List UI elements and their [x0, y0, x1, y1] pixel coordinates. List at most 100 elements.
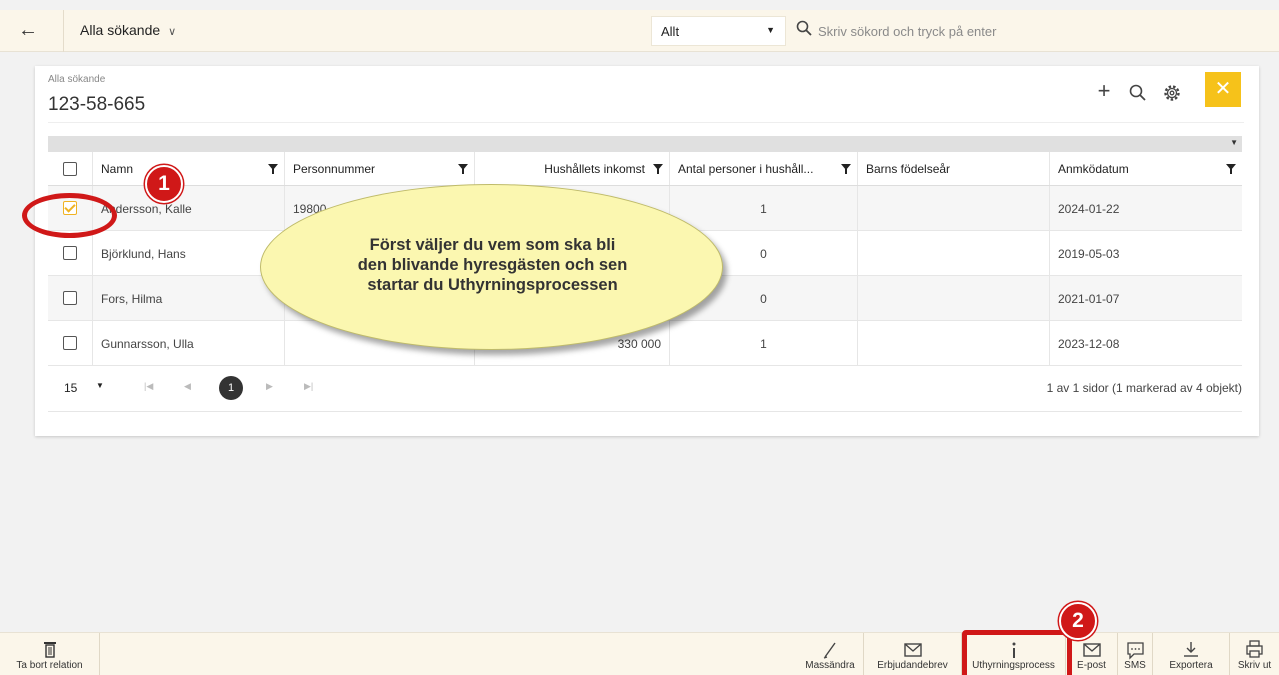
page-title: 123-58-665	[48, 94, 146, 115]
row-checkbox[interactable]	[63, 291, 77, 305]
scope-select-value: Allt	[661, 24, 680, 39]
column-header-income[interactable]: Hushållets inkomst	[475, 152, 670, 185]
cell-name: Andersson, Kalle	[93, 186, 285, 230]
print-button[interactable]: Skriv ut	[1230, 633, 1279, 675]
divider	[48, 122, 1244, 123]
cell-registration-date: 2023-12-08	[1050, 321, 1242, 365]
cell-household-size: 1	[670, 321, 858, 365]
cell-child-birth-years	[858, 231, 1050, 275]
step-marker-2: 2	[1059, 602, 1097, 640]
page-size-select[interactable]: 15 ▼	[50, 378, 110, 400]
action-label: E-post	[1077, 660, 1106, 671]
filter-icon[interactable]	[841, 164, 851, 174]
cell-name: Björklund, Hans	[93, 231, 285, 275]
scope-select[interactable]: Allt ▼	[651, 16, 786, 46]
breadcrumb: Alla sökande	[48, 74, 106, 85]
settings-button[interactable]	[1159, 80, 1185, 106]
search-icon	[1129, 84, 1146, 101]
column-header-registration-date[interactable]: Anmködatum	[1050, 152, 1242, 185]
filter-icon[interactable]	[653, 164, 663, 174]
cell-text: 2021-01-07	[1058, 292, 1120, 306]
column-label: Barns födelseår	[866, 162, 951, 176]
chevron-down-icon: ∨	[168, 26, 177, 38]
header-select-cell	[48, 152, 93, 185]
cell-name: Fors, Hilma	[93, 276, 285, 320]
pencil-icon	[823, 642, 836, 659]
bulk-edit-button[interactable]: Massändra	[797, 633, 864, 675]
cell-text: 2019-05-03	[1058, 247, 1120, 261]
caret-down-icon: ▼	[96, 381, 104, 390]
back-arrow-icon[interactable]: ←	[18, 18, 48, 44]
search-input[interactable]: Skriv sökord och tryck på enter	[792, 16, 1042, 46]
cell-text: Björklund, Hans	[101, 247, 186, 261]
envelope-icon	[1083, 643, 1101, 657]
row-checkbox[interactable]	[63, 336, 77, 350]
page-number-button[interactable]: 1	[219, 376, 243, 400]
cell-text: 2024-01-22	[1058, 202, 1120, 216]
column-header-personnummer[interactable]: Personnummer	[285, 152, 475, 185]
offer-letter-button[interactable]: Erbjudandebrev	[864, 633, 962, 675]
callout-text: Först väljer du vem som ska bli den bliv…	[357, 236, 628, 294]
action-label: Exportera	[1169, 660, 1213, 671]
filter-icon[interactable]	[458, 164, 468, 174]
highlight-box	[962, 630, 1072, 675]
cell-text: Gunnarsson, Ulla	[101, 337, 194, 351]
caret-down-icon: ▼	[1230, 138, 1238, 147]
search-placeholder: Skriv sökord och tryck på enter	[818, 24, 997, 39]
view-selector-label: Alla sökande	[80, 22, 161, 38]
view-selector[interactable]: Alla sökande ∨	[80, 22, 176, 38]
row-select-cell	[48, 276, 93, 320]
cell-text: 330 000	[617, 337, 661, 351]
close-button[interactable]: ✕	[1205, 72, 1241, 107]
divider	[63, 10, 64, 52]
group-panel[interactable]: ▼	[48, 136, 1242, 152]
bottom-action-bar: Ta bort relation Massändra Erbjudandebre…	[0, 632, 1279, 675]
cell-text: 2023-12-08	[1058, 337, 1120, 351]
column-header-household-size[interactable]: Antal personer i hushåll...	[670, 152, 858, 185]
column-label: Namn	[101, 162, 134, 176]
top-bar: ← Alla sökande ∨ Allt ▼ Skriv sökord och …	[0, 10, 1279, 52]
sms-button[interactable]: SMS	[1118, 633, 1153, 675]
printer-icon	[1246, 640, 1263, 658]
grid-header-row: Namn Personnummer Hushållets inkomst Ant…	[48, 152, 1242, 186]
envelope-icon	[904, 643, 922, 657]
page-size-value: 15	[64, 381, 78, 395]
next-page-icon[interactable]: ▶	[266, 381, 273, 392]
cell-child-birth-years	[858, 276, 1050, 320]
cell-registration-date: 2019-05-03	[1050, 231, 1242, 275]
row-checkbox[interactable]	[63, 246, 77, 260]
cell-registration-date: 2021-01-07	[1050, 276, 1242, 320]
delete-relation-button[interactable]: Ta bort relation	[0, 633, 100, 675]
step-marker-1: 1	[145, 165, 183, 203]
action-label: Ta bort relation	[16, 660, 83, 671]
first-page-icon[interactable]: |◀	[144, 381, 153, 392]
cell-household-size: 1	[670, 186, 858, 230]
close-icon: ✕	[1214, 78, 1232, 100]
select-all-checkbox[interactable]	[63, 162, 77, 176]
cell-text: 1	[760, 337, 767, 351]
column-label: Antal personer i hushåll...	[678, 162, 814, 176]
cell-registration-date: 2024-01-22	[1050, 186, 1242, 230]
filter-icon[interactable]	[1226, 164, 1236, 174]
action-label: Erbjudandebrev	[877, 660, 948, 671]
export-button[interactable]: Exportera	[1153, 633, 1230, 675]
action-label: Massändra	[805, 660, 855, 671]
instruction-callout: Först väljer du vem som ska bli den bliv…	[260, 184, 723, 350]
search-button[interactable]	[1125, 80, 1151, 106]
gear-icon	[1164, 85, 1180, 101]
highlight-ring	[22, 193, 117, 238]
column-header-child-birth-years[interactable]: Barns födelseår	[858, 152, 1050, 185]
add-button[interactable]: +	[1091, 80, 1117, 106]
download-icon	[1184, 642, 1198, 657]
cell-text: 1	[760, 202, 767, 216]
column-label: Personnummer	[293, 162, 376, 176]
filter-icon[interactable]	[268, 164, 278, 174]
trash-icon	[44, 642, 56, 658]
cell-child-birth-years	[858, 321, 1050, 365]
pager-info: 1 av 1 sidor (1 markerad av 4 objekt)	[1046, 381, 1242, 395]
action-label: Skriv ut	[1237, 660, 1272, 671]
column-header-name[interactable]: Namn	[93, 152, 285, 185]
prev-page-icon[interactable]: ◀	[184, 381, 191, 392]
chat-icon	[1127, 642, 1144, 660]
last-page-icon[interactable]: ▶|	[304, 381, 313, 392]
